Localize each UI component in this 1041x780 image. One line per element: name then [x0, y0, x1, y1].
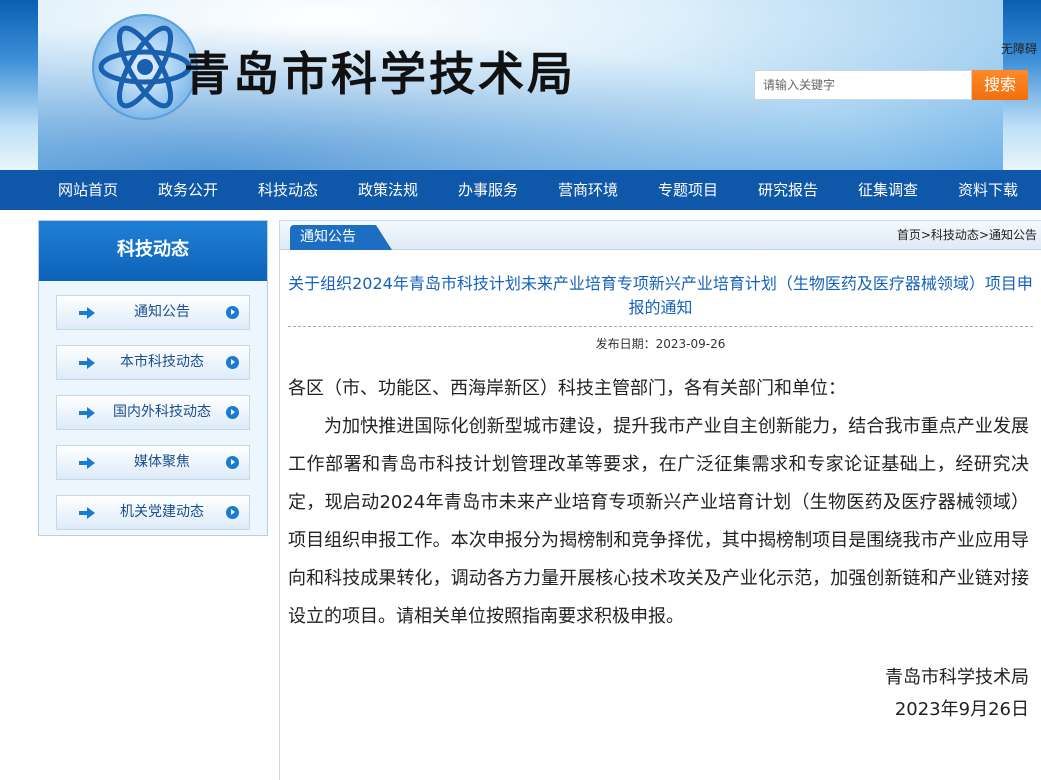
section-bar: 通知公告 首页>科技动态>通知公告	[280, 221, 1041, 250]
sidebar-title: 科技动态	[39, 221, 267, 281]
nav-item-policies[interactable]: 政策法规	[338, 170, 438, 210]
arrow-right-icon	[79, 457, 95, 469]
article-body: 各区（市、功能区、西海岸新区）科技主管部门，各有关部门和单位： 为加快推进国际化…	[288, 370, 1029, 636]
sidebar-item-notices[interactable]: 通知公告	[56, 295, 250, 330]
sidebar-menu: 通知公告 本市科技动态 国内外科技动态 媒体聚焦 机关党建动态	[39, 281, 267, 535]
site-title: 青岛市科学技术局	[184, 47, 576, 101]
nav-item-special-projects[interactable]: 专题项目	[638, 170, 738, 210]
sidebar-item-label: 机关党建动态	[120, 504, 204, 520]
sidebar-item-global-tech-news[interactable]: 国内外科技动态	[56, 395, 250, 430]
article-paragraph: 为加快推进国际化创新型城市建设，提升我市产业自主创新能力，结合我市重点产业发展工…	[288, 416, 1029, 627]
site-header: 青岛市科学技术局 无障碍 请输入关键字 搜索	[0, 0, 1041, 170]
sidebar-item-label: 本市科技动态	[120, 354, 204, 370]
chevron-circle-icon	[226, 506, 239, 519]
chevron-circle-icon	[226, 406, 239, 419]
section-tab[interactable]: 通知公告	[290, 225, 392, 250]
search-input[interactable]: 请输入关键字	[754, 70, 972, 100]
sidebar-item-label: 媒体聚焦	[134, 454, 190, 470]
nav-item-home[interactable]: 网站首页	[38, 170, 138, 210]
signature-org: 青岛市科学技术局	[885, 667, 1029, 688]
nav-item-government-affairs[interactable]: 政务公开	[138, 170, 238, 210]
breadcrumb[interactable]: 首页>科技动态>通知公告	[897, 221, 1037, 249]
nav-item-research-reports[interactable]: 研究报告	[738, 170, 838, 210]
arrow-right-icon	[79, 307, 95, 319]
arrow-right-icon	[79, 507, 95, 519]
search-button[interactable]: 搜索	[972, 70, 1028, 100]
main-nav: 网站首页 政务公开 科技动态 政策法规 办事服务 营商环境 专题项目 研究报告 …	[0, 170, 1041, 210]
sidebar-item-label: 国内外科技动态	[113, 404, 211, 420]
sidebar-item-local-tech-news[interactable]: 本市科技动态	[56, 345, 250, 380]
sidebar-item-media-focus[interactable]: 媒体聚焦	[56, 445, 250, 480]
nav-item-business-environment[interactable]: 营商环境	[538, 170, 638, 210]
chevron-circle-icon	[226, 356, 239, 369]
nav-item-surveys[interactable]: 征集调查	[838, 170, 938, 210]
arrow-right-icon	[79, 407, 95, 419]
chevron-circle-icon	[226, 456, 239, 469]
nav-item-services[interactable]: 办事服务	[438, 170, 538, 210]
sidebar: 科技动态 通知公告 本市科技动态 国内外科技动态 媒体聚焦 机关党建动态	[38, 220, 268, 536]
salutation: 各区（市、功能区、西海岸新区）科技主管部门，各有关部门和单位：	[288, 378, 846, 399]
signature-date: 2023年9月26日	[894, 699, 1029, 720]
main-content: 通知公告 首页>科技动态>通知公告 关于组织2024年青岛市科技计划未来产业培育…	[279, 220, 1041, 780]
sidebar-item-party-building[interactable]: 机关党建动态	[56, 495, 250, 530]
publish-date: 发布日期：2023-09-26	[595, 337, 726, 351]
nav-item-tech-news[interactable]: 科技动态	[238, 170, 338, 210]
arrow-right-icon	[79, 357, 95, 369]
article-title: 关于组织2024年青岛市科技计划未来产业培育专项新兴产业培育计划（生物医药及医疗…	[288, 272, 1033, 327]
sidebar-item-label: 通知公告	[134, 304, 190, 320]
accessibility-link[interactable]: 无障碍	[1001, 40, 1037, 57]
chevron-circle-icon	[226, 306, 239, 319]
nav-item-downloads[interactable]: 资料下载	[938, 170, 1038, 210]
